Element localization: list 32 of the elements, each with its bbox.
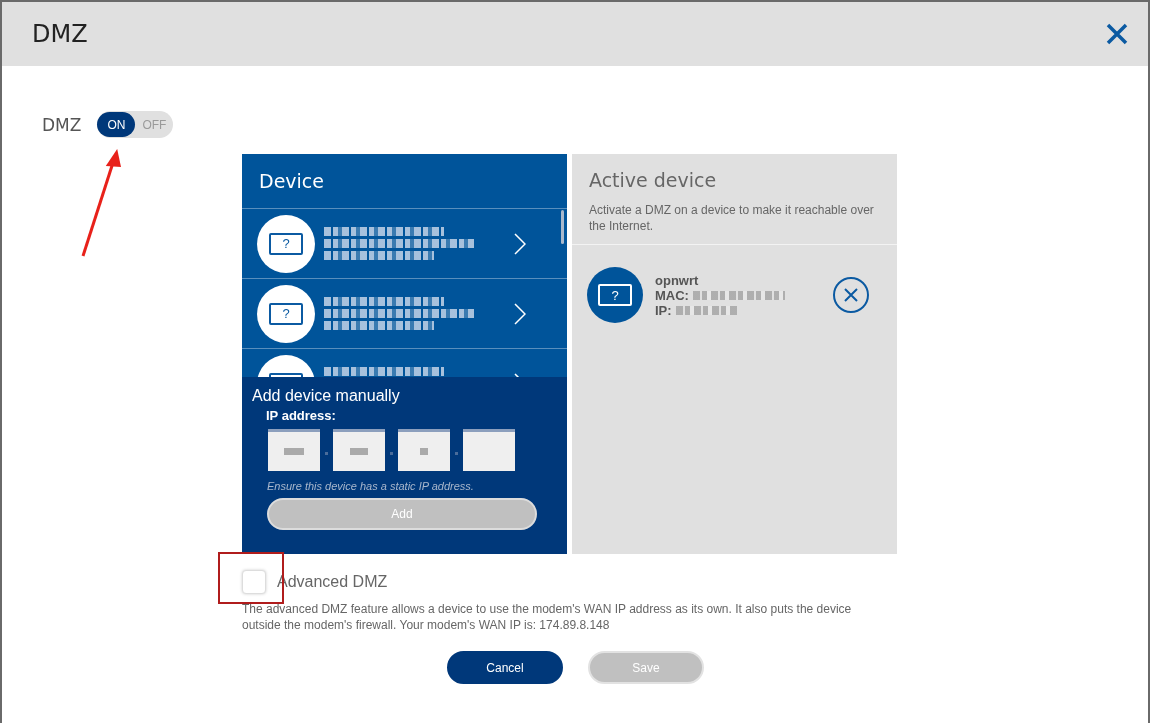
dmz-label: DMZ xyxy=(42,114,82,135)
dialog-button[interactable]: Cancel xyxy=(447,651,563,684)
dmz-toggle[interactable]: ON OFF xyxy=(97,111,174,138)
panel-title: Active device xyxy=(589,169,718,191)
ip-octet-field[interactable] xyxy=(463,429,515,471)
ip-octet-field[interactable] xyxy=(333,429,385,471)
pixelated-text xyxy=(284,448,304,455)
scrollbar[interactable] xyxy=(561,210,564,244)
pixelated-text xyxy=(350,448,368,455)
active-device-description: Activate a DMZ on a device to make it reachable over the Internet. xyxy=(589,202,875,234)
chevron-right-icon[interactable] xyxy=(514,232,526,255)
remove-device-button[interactable] xyxy=(833,277,869,313)
add-device-title: Add device manually xyxy=(252,387,401,405)
advanced-dmz-checkbox[interactable] xyxy=(242,570,266,594)
ip-address-label: IP address: xyxy=(266,408,337,423)
device-name: opnwrt xyxy=(655,272,700,288)
device-icon: ? xyxy=(269,302,303,325)
device-icon: ? xyxy=(269,232,303,255)
advanced-dmz-description: The advanced DMZ feature allows a device to use the modem's WAN IP address as its own. It also puts the device outside the modem's firewall. Your modem's WAN IP is: 174.89.8.148 xyxy=(242,601,853,633)
panel-title: Device xyxy=(259,170,324,192)
pixelated-text xyxy=(675,305,738,315)
close-icon[interactable] xyxy=(1106,23,1128,45)
pixelated-text xyxy=(420,448,428,455)
close-icon xyxy=(843,287,859,303)
mac-label: MAC: xyxy=(655,287,689,303)
dialog-title: DMZ xyxy=(32,20,88,48)
ip-octet-field[interactable] xyxy=(398,429,450,471)
device-icon: ? xyxy=(598,284,632,306)
ip-label: IP: xyxy=(655,302,672,318)
ip-octet-field[interactable] xyxy=(268,429,320,471)
chevron-right-icon[interactable] xyxy=(514,302,526,325)
static-ip-hint: Ensure this device has a static IP address. xyxy=(267,480,475,492)
